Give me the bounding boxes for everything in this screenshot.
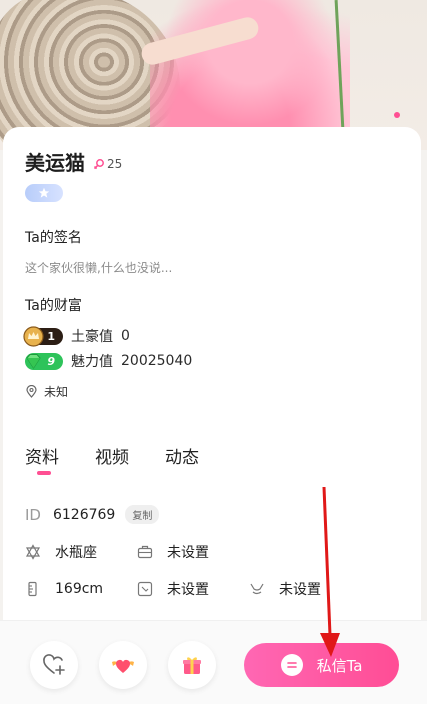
tycoon-level-badge: 1 [23, 325, 63, 347]
level-badge [25, 184, 63, 202]
charm-value: 20025040 [121, 353, 193, 369]
copy-id-button[interactable]: 复制 [125, 505, 160, 524]
job-value: 未设置 [167, 545, 209, 561]
chat-bubble-icon [280, 654, 303, 676]
crown-icon [23, 325, 44, 347]
field2-value: 未设置 [167, 582, 209, 598]
detail-row-2: 169cm 未设置 未设置 [25, 579, 321, 599]
signature-text: 这个家伙很懒,什么也没说... [25, 261, 173, 275]
briefcase-icon [137, 545, 153, 559]
underwear-icon [250, 583, 264, 595]
profile-card: 美运猫 25 Ta的签名 这个家伙很懒,什么也没说... Ta的财富 1 土豪值… [3, 127, 421, 703]
like-button[interactable] [99, 641, 147, 689]
tycoon-label: 土豪值 [71, 329, 113, 345]
tab-videos[interactable]: 视频 [95, 443, 129, 468]
zodiac-value: 水瓶座 [55, 545, 97, 561]
profile-tabs: 资料 视频 动态 [25, 443, 235, 475]
heart-plus-icon [43, 654, 65, 675]
user-name: 美运猫 [25, 151, 85, 175]
follow-button[interactable] [30, 641, 78, 689]
frame-icon [137, 581, 153, 597]
annotation-arrow [320, 486, 340, 657]
zodiac-cell: 水瓶座 [25, 542, 137, 562]
winged-heart-icon [112, 659, 134, 673]
location-text: 未知 [44, 385, 69, 399]
bottom-action-bar: 私信Ta [0, 620, 427, 704]
gender-age: 25 [93, 157, 122, 171]
location-row: 未知 [25, 383, 68, 400]
id-label: ID [25, 505, 41, 524]
charm-row: 9 魅力值 20025040 [25, 351, 192, 371]
field3-cell: 未设置 [249, 579, 321, 599]
diamond-icon [26, 353, 41, 369]
charm-level: 9 [47, 354, 55, 368]
tycoon-value: 0 [121, 328, 130, 344]
user-age: 25 [107, 157, 123, 171]
height-cell: 169cm [25, 581, 137, 597]
location-pin-icon [26, 385, 37, 398]
charm-label: 魅力值 [71, 354, 113, 370]
charm-level-badge: 9 [25, 352, 63, 370]
ruler-icon [28, 581, 37, 597]
name-row: 美运猫 25 [25, 147, 122, 176]
signature-title: Ta的签名 [25, 230, 82, 246]
tab-moments[interactable]: 动态 [165, 443, 199, 468]
id-row: ID 6126769 复制 [25, 505, 160, 524]
id-value: 6126769 [52, 506, 116, 523]
job-cell: 未设置 [137, 542, 209, 562]
detail-row-1: 水瓶座 未设置 [25, 542, 209, 562]
tycoon-row: 1 土豪值 0 [23, 325, 130, 347]
height-value: 169cm [55, 581, 104, 597]
star-of-david-icon [25, 544, 41, 560]
gift-icon [183, 657, 201, 674]
star-icon [38, 187, 50, 198]
tab-profile[interactable]: 资料 [25, 443, 59, 475]
photo-page-indicator [394, 112, 400, 118]
gift-button[interactable] [168, 641, 216, 689]
wealth-title: Ta的财富 [25, 298, 82, 314]
field2-cell: 未设置 [137, 579, 249, 599]
female-icon [93, 159, 104, 170]
tycoon-level: 1 [47, 329, 55, 343]
